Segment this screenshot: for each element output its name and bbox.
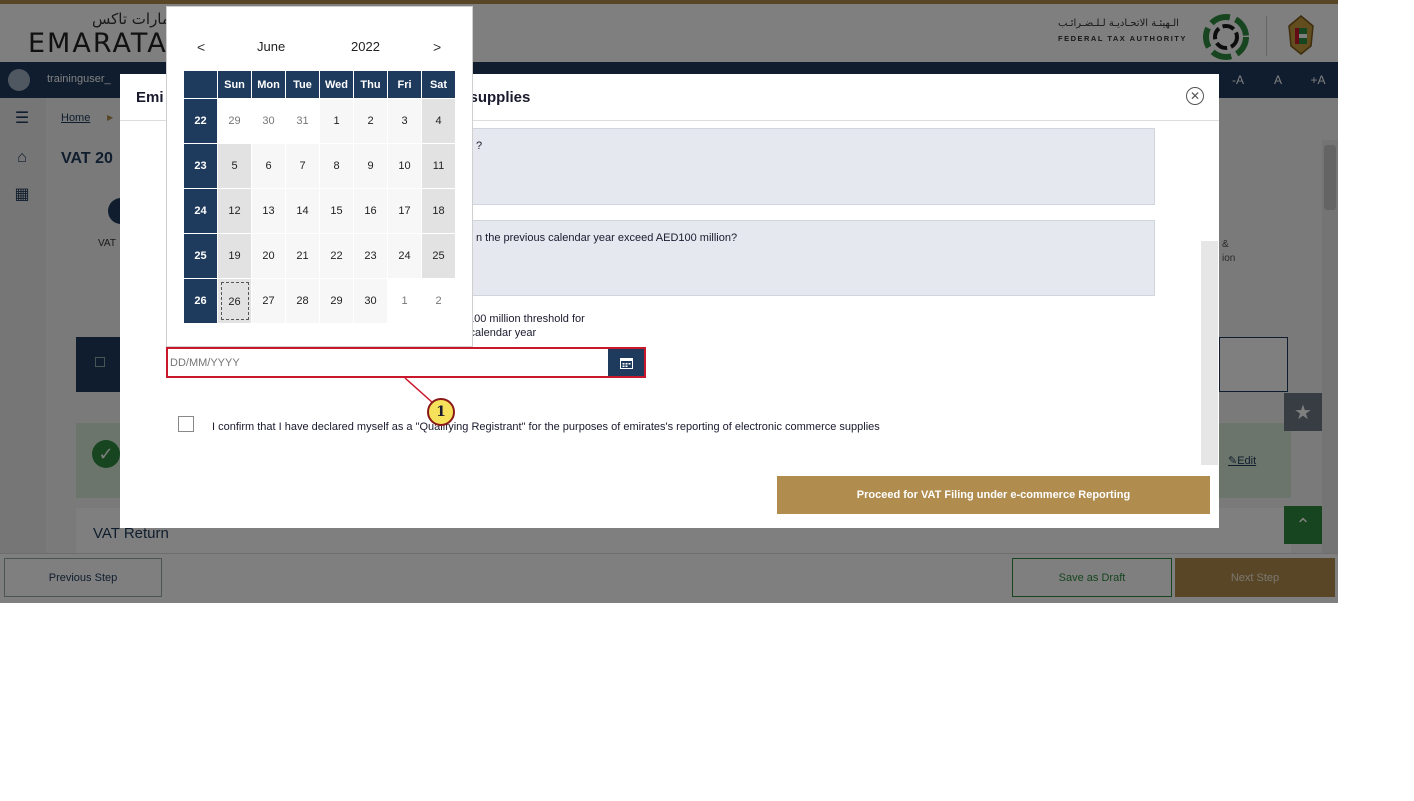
calendar-day[interactable]: 30 [251,98,286,144]
week-number: 25 [183,233,218,279]
date-input[interactable] [170,351,606,374]
prev-month-icon[interactable]: < [197,39,205,55]
weekday-header: Thu [353,70,388,99]
next-month-icon[interactable]: > [433,39,441,55]
calendar-day[interactable]: 6 [251,143,286,189]
weekday-header: Fri [387,70,422,99]
modal-scrollbar[interactable] [1201,241,1218,465]
callout-badge: 1 [427,398,455,426]
weekday-header: Sat [421,70,456,99]
calendar-day[interactable]: 15 [319,188,354,234]
calendar-day[interactable]: 5 [217,143,252,189]
calendar-day[interactable]: 12 [217,188,252,234]
calendar-day[interactable]: 21 [285,233,320,279]
confirm-label: I confirm that I have declared myself as… [212,421,880,433]
proceed-vat-filing-button[interactable]: Proceed for VAT Filing under e-commerce … [777,476,1210,514]
calendar-grid: Sun Mon Tue Wed Thu Fri Sat 22 29 30 31 … [183,70,456,324]
calendar-day[interactable]: 29 [217,98,252,144]
calendar-day[interactable]: 29 [319,278,354,324]
calendar-day[interactable]: 31 [285,98,320,144]
date-field[interactable] [166,347,646,378]
calendar-day[interactable]: 28 [285,278,320,324]
calendar-day[interactable]: 2 [421,278,456,324]
calendar-day[interactable]: 1 [387,278,422,324]
calendar-day-today[interactable]: 26 [217,278,252,324]
threshold-line-2: s calendar year [461,327,537,339]
calendar-day[interactable]: 16 [353,188,388,234]
weekday-header: Wed [319,70,354,99]
close-icon[interactable]: ✕ [1186,87,1204,105]
calendar-day[interactable]: 24 [387,233,422,279]
calendar-day[interactable]: 13 [251,188,286,234]
week-number: 26 [183,278,218,324]
calendar-day[interactable]: 23 [353,233,388,279]
calendar-day[interactable]: 3 [387,98,422,144]
week-number-header [183,70,218,99]
calendar-day[interactable]: 1 [319,98,354,144]
calendar-day[interactable]: 10 [387,143,422,189]
week-number: 22 [183,98,218,144]
weekday-header: Mon [251,70,286,99]
calendar-day[interactable]: 18 [421,188,456,234]
question-2-text: n the previous calendar year exceed AED1… [476,232,738,244]
modal-title-left: Emi [136,89,164,106]
weekday-header: Tue [285,70,320,99]
calendar-day[interactable]: 27 [251,278,286,324]
calendar-button[interactable] [608,349,644,376]
threshold-line-1: D 100 million threshold for [457,313,585,325]
app-window: امارات تاكس EMARATAX الـهيئـة الاتحـاديـ… [0,0,1338,603]
calendar-day[interactable]: 14 [285,188,320,234]
calendar-day[interactable]: 11 [421,143,456,189]
confirm-checkbox[interactable] [178,416,194,432]
calendar-day[interactable]: 20 [251,233,286,279]
threshold-label: D 100 million threshold for s calendar y… [457,312,585,340]
calendar-month[interactable]: June [257,39,285,54]
week-number: 23 [183,143,218,189]
calendar-day[interactable]: 8 [319,143,354,189]
calendar-day[interactable]: 25 [421,233,456,279]
question-1-text: ? [476,140,483,152]
calendar-day[interactable]: 17 [387,188,422,234]
calendar-day[interactable]: 22 [319,233,354,279]
week-number: 24 [183,188,218,234]
weekday-header: Sun [217,70,252,99]
calendar-year[interactable]: 2022 [351,39,380,54]
calendar-day[interactable]: 19 [217,233,252,279]
calendar-icon [619,357,633,369]
calendar-day[interactable]: 2 [353,98,388,144]
calendar-day[interactable]: 30 [353,278,388,324]
calendar-day[interactable]: 7 [285,143,320,189]
today-marker: 26 [220,282,249,320]
date-picker: < June 2022 > Sun Mon Tue Wed Thu Fri Sa… [166,6,473,347]
calendar-day[interactable]: 4 [421,98,456,144]
calendar-day[interactable]: 9 [353,143,388,189]
